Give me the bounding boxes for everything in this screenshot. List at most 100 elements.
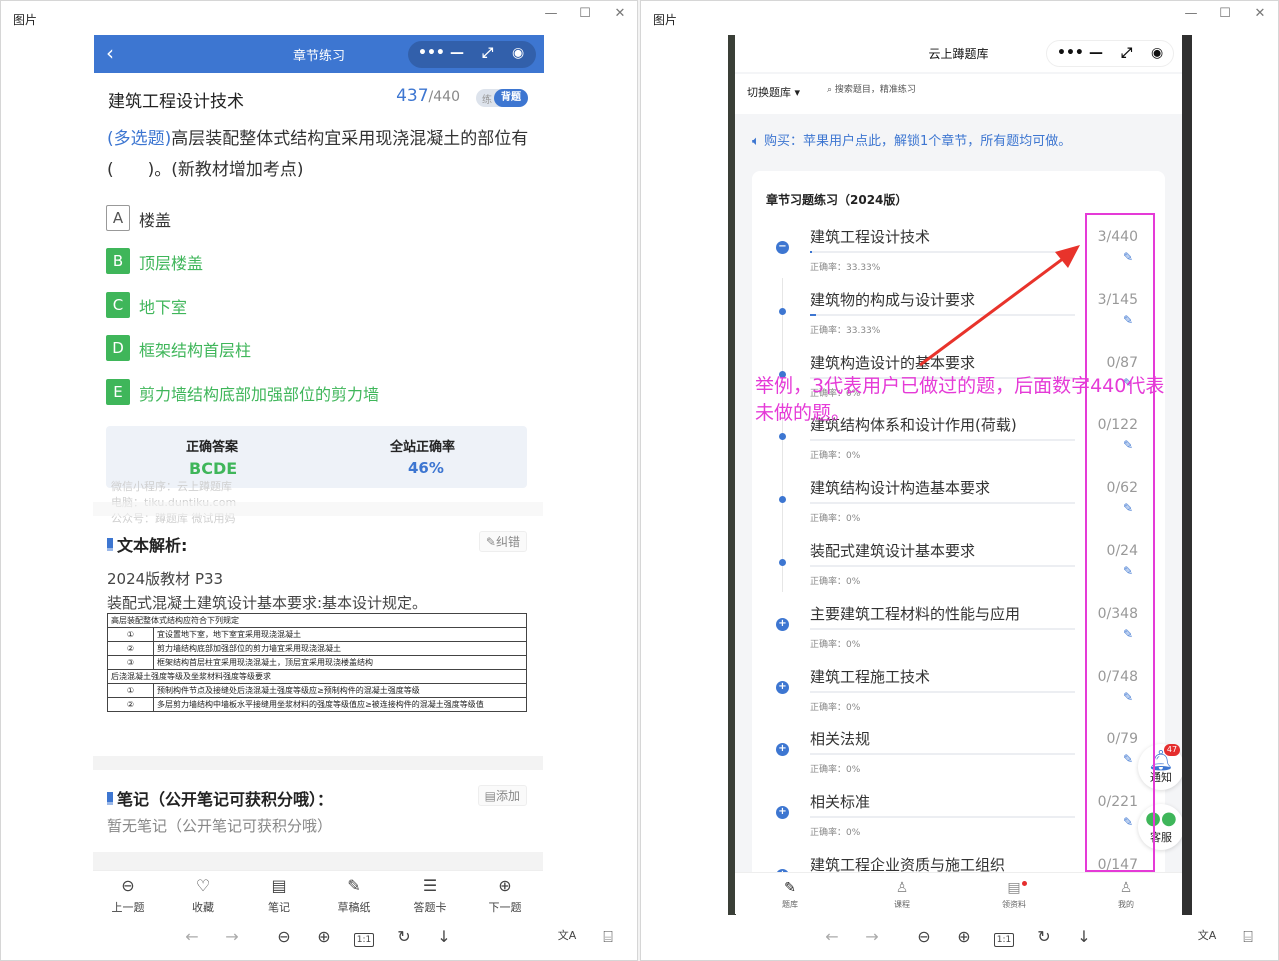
chapter-name: 主要建筑工程材料的性能与应用 [810,604,1021,623]
regulation-table: 高层装配整体式结构应符合下列规定 ① 宜设置地下室，地下室宜采用现浇混凝土 ② 剪力… [107,613,527,712]
notes-button[interactable]: ▤ 笔记 [249,876,309,915]
annotation-text: 举例，3代表用户已做过的题，后面数字440代表未做的题。 [755,375,1165,424]
translate-icon[interactable]: 文A [1195,927,1219,943]
close-button[interactable]: ✕ [1250,6,1270,21]
progress-fill [810,313,816,316]
answer-value: BCDE [189,459,238,478]
caret-down-icon: ▾ [794,86,801,99]
notebook-icon: ▤ [271,876,287,895]
chapter-name: 相关标准 [810,793,871,812]
question-content: (多选题)高层装配整体式结构宜采用现浇混凝土的部位有( )。(新教材增加考点) … [93,34,543,914]
divider [93,502,543,516]
chapter-name: 建筑工程施工技术 [810,667,931,686]
next-question-button[interactable]: ⊕ 下一题 [475,877,535,915]
heart-icon: ♡ [195,876,211,895]
table-row: ② 多层剪力墙结构中墙板水平接缝用坐浆材料的强度等级值应≥被连接构件的混凝土强度等… [107,697,527,712]
analysis-title: 文本解析: [107,532,187,556]
purchase-notice[interactable]: 🔈︎ 购买：苹果用户点此，解锁1个章节，所有题均可做。 [752,130,1071,149]
minimize-button[interactable]: — [1181,6,1201,21]
ocr-icon[interactable]: ⌸ [1236,927,1260,947]
prev-icon: ⊖ [121,876,135,895]
actual-size-icon[interactable]: 1:1 [352,927,376,947]
zoom-out-icon[interactable]: ⊖ [912,927,936,946]
close-button[interactable]: ✕ [610,6,630,21]
expand-icon[interactable]: + [776,680,789,694]
maximize-button[interactable]: ☐ [575,6,595,21]
zoom-out-icon[interactable]: ⊖ [272,927,296,946]
question-bottom-nav: ⊖ 上一题 ♡ 收藏 ▤ 笔记 ✎ 草稿纸 ☰ 答题卡 ⊕ 下一题 [93,870,543,914]
timeline-dot [779,433,786,441]
report-error-button[interactable]: ✎纠错 [478,531,527,552]
collapse-icon[interactable]: − [776,241,789,254]
maximize-button[interactable]: ☐ [1215,6,1235,21]
answer-label: 正确答案 [186,440,239,455]
switch-bank-button[interactable]: 切换题库 ▾ [747,84,800,100]
previous-image-icon[interactable]: ← [820,927,844,946]
tab-profile[interactable]: ♙ 我的 [1096,879,1156,910]
notes-empty: 暂无笔记（公开笔记可获积分哦） [107,817,333,835]
chapter-progress-bar [810,627,1075,630]
rotate-icon[interactable]: ↻ [1032,927,1056,946]
table-row: ① 预制构件节点及接缝处后浇混凝土强度等级应≥预制构件的混凝土强度等级 [107,683,527,698]
tab-question-bank[interactable]: ✎ 题库 [760,879,820,910]
next-image-icon[interactable]: → [220,927,244,946]
chapter-accuracy: 正确率：33.33% [810,325,881,336]
analysis-line: 2024版教材 P33 [107,570,224,588]
zoom-in-icon[interactable]: ⊕ [312,927,336,946]
expand-icon[interactable]: + [776,743,789,757]
tab-materials[interactable]: ▤ 领资料 [984,879,1044,910]
answer-sheet-button[interactable]: ☰ 答题卡 [400,877,460,915]
actual-size-icon[interactable]: 1:1 [992,927,1016,947]
draft-icon: ✎ [347,876,361,895]
right-viewer-toolbar: ← → ⊖ ⊕ 1:1 ↻ ↓ 文A ⌸ [640,913,1279,961]
ocr-icon[interactable]: ⌸ [596,927,620,947]
prev-question-button[interactable]: ⊖ 上一题 [98,876,158,915]
left-viewer-toolbar: ← → ⊖ ⊕ 1:1 ↻ ↓ 文A ⌸ [0,913,638,961]
progress-fill [810,251,812,253]
close-mini-icon[interactable]: ◉ [1151,45,1163,61]
chapter-progress-bar [810,439,1075,442]
draft-button[interactable]: ✎ 草稿纸 [324,876,384,915]
chapter-progress-bar [810,816,1075,819]
translate-icon[interactable]: 文A [555,927,579,943]
window-title: 图片 [13,13,38,27]
timeline-dot [779,496,786,504]
expand-icon[interactable]: + [776,617,789,631]
restore-icon[interactable]: ⤢ [1121,45,1132,61]
previous-image-icon[interactable]: ← [180,927,204,946]
download-icon[interactable]: ↓ [432,927,456,946]
table-row: 后浇混凝土强度等级及坐浆材料强度等级要求 [107,669,527,684]
minimize-button[interactable]: — [541,6,561,21]
search-bar: 切换题库 ▾ ⌕ 搜索题目，精准练习 [735,74,1182,114]
expand-icon[interactable]: + [776,806,789,820]
zoom-in-icon[interactable]: ⊕ [952,927,976,946]
divider [93,756,543,770]
chapter-accuracy: 正确率：0% [810,639,861,650]
next-image-icon[interactable]: → [860,927,884,946]
speaker-icon: 🔈︎ [752,134,760,149]
favorite-button[interactable]: ♡ 收藏 [173,876,233,915]
rotate-icon[interactable]: ↻ [392,927,416,946]
chapter-accuracy: 正确率：0% [810,577,861,587]
materials-icon: ▤ [1007,880,1021,896]
chapter-progress-bar [810,690,1075,693]
new-dot [1022,881,1027,886]
chapter-progress-bar [810,565,1075,567]
rate-value: 46% [408,459,444,477]
search-input[interactable]: ⌕ 搜索题目，精准练习 [827,82,916,95]
chapter-name: 装配式建筑设计基本要求 [810,542,976,560]
download-icon[interactable]: ↓ [1072,927,1096,946]
annotation-arrow [919,245,1080,367]
search-icon: ⌕ [827,85,833,95]
chapter-name: 相关法规 [810,730,871,749]
chapter-accuracy: 正确率：33.33% [810,263,881,273]
timeline-dot [779,559,786,566]
minimize-icon[interactable]: — [1089,45,1103,61]
capsule-menu: ••• — ⤢ ◉ [1046,40,1174,67]
rate-label: 全站正确率 [390,440,456,455]
add-note-button[interactable]: ▤添加 [477,785,527,806]
chapter-name: 建筑结构设计构造基本要求 [810,479,991,498]
notify-badge: 47 [1164,744,1180,756]
tab-courses[interactable]: ♙ 课程 [872,879,932,910]
more-icon[interactable]: ••• [1057,45,1084,61]
